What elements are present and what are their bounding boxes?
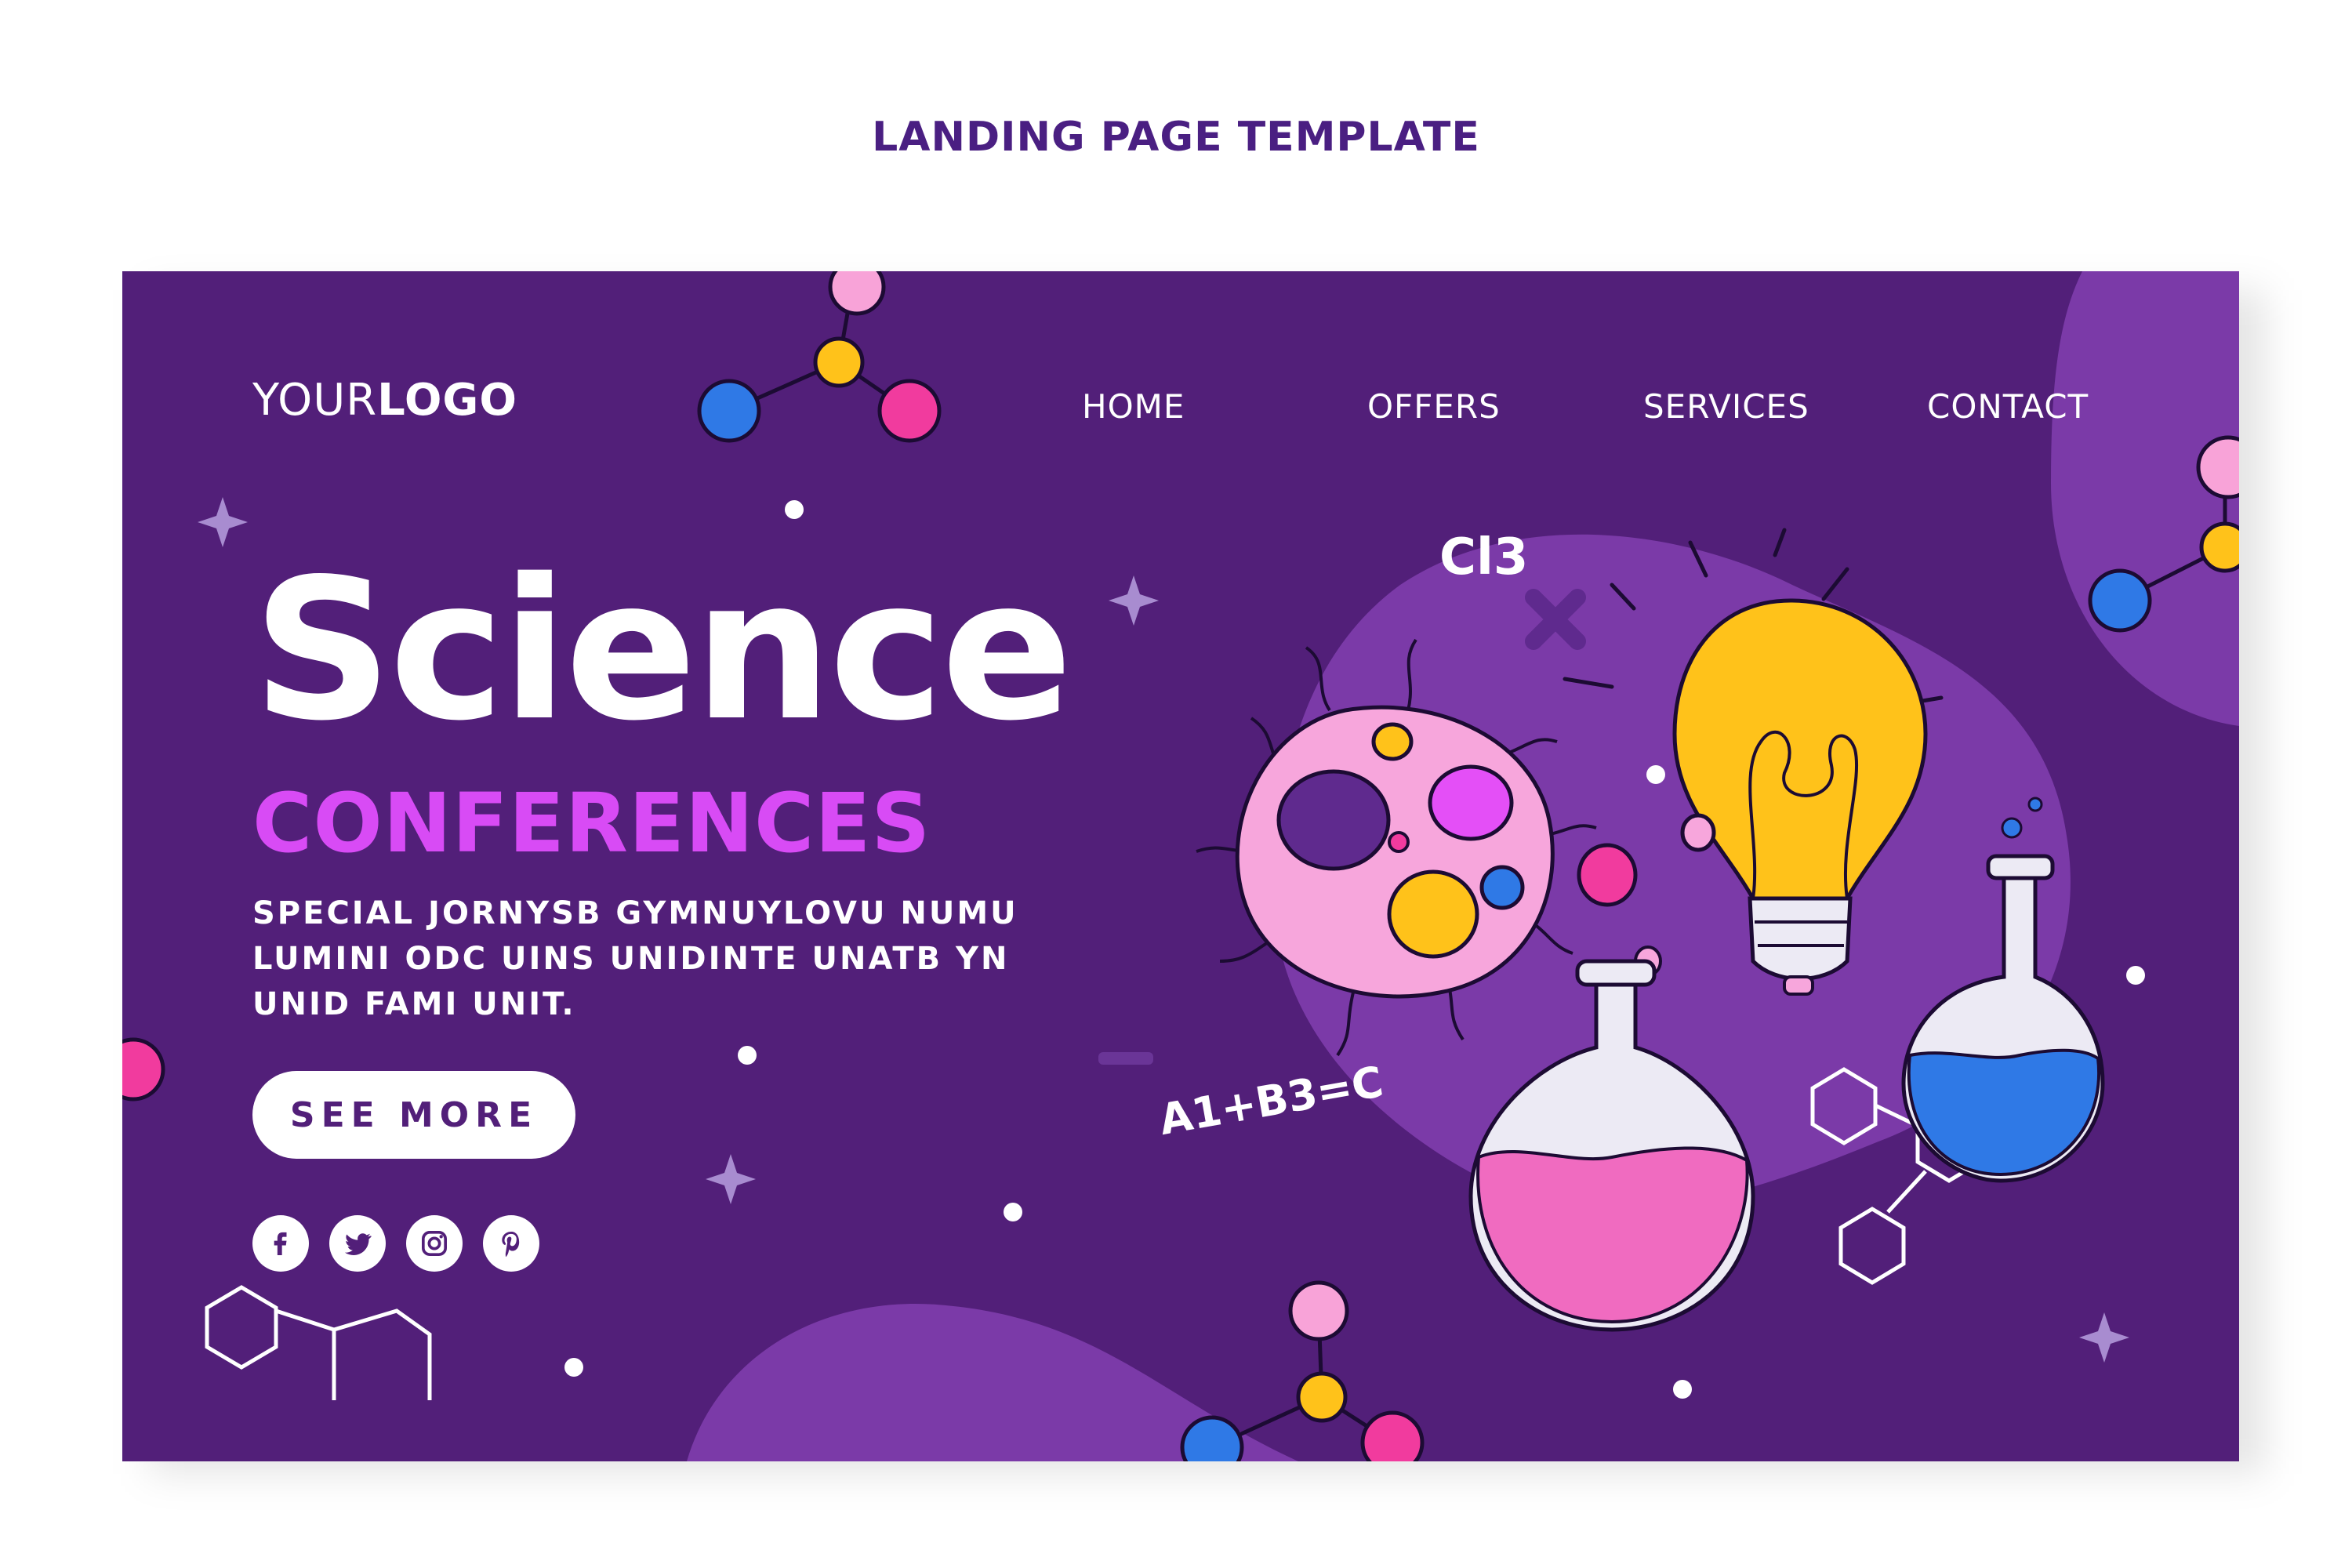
- molecule-bottom: [1180, 1280, 1425, 1461]
- social-links: [252, 1215, 539, 1272]
- sparkle-icon: [2079, 1312, 2129, 1363]
- nav-offers[interactable]: OFFERS: [1367, 387, 1501, 426]
- hexagon-chain-left: [205, 1285, 432, 1400]
- twitter-icon[interactable]: [329, 1215, 386, 1272]
- sparkle-icon: [706, 1154, 756, 1204]
- nav-services[interactable]: SERVICES: [1643, 387, 1809, 426]
- hero-subheadline: CONFERENCES: [252, 775, 931, 871]
- dot: [564, 1358, 583, 1377]
- molecule-top: [697, 271, 942, 443]
- dot: [785, 500, 804, 519]
- nav-home[interactable]: HOME: [1082, 387, 1185, 426]
- hero-description: SPECIAL JORNYSB GYMNUYLOVU NUMU LUMINI O…: [252, 895, 1018, 1022]
- see-more-button[interactable]: SEE MORE: [252, 1071, 575, 1159]
- logo-regular-text: YOUR: [252, 375, 378, 426]
- sparkle-icon: [198, 497, 248, 547]
- instagram-icon[interactable]: [406, 1215, 463, 1272]
- dot: [1004, 1203, 1022, 1221]
- logo-bold-text: LOGO: [377, 375, 517, 426]
- formula-top: Cl3: [1439, 528, 1529, 586]
- hero-headline: Science: [252, 538, 1073, 764]
- sparkle-icon: [1109, 575, 1159, 626]
- page-heading: LANDING PAGE TEMPLATE: [872, 114, 1480, 161]
- dot: [1673, 1380, 1692, 1399]
- edge-ball: [122, 1037, 165, 1102]
- dot: [2126, 966, 2145, 985]
- pinterest-icon[interactable]: [483, 1215, 539, 1272]
- minus-icon: [1098, 1052, 1153, 1065]
- facebook-icon[interactable]: [252, 1215, 309, 1272]
- nav-contact[interactable]: CONTACT: [1927, 387, 2089, 426]
- corner-blob: [2051, 271, 2239, 726]
- logo[interactable]: YOURLOGO: [252, 375, 517, 426]
- dot: [738, 1046, 757, 1065]
- landing-card: YOURLOGO HOME OFFERS SERVICES CONTACT Cl…: [122, 271, 2239, 1461]
- dot: [1646, 765, 1665, 784]
